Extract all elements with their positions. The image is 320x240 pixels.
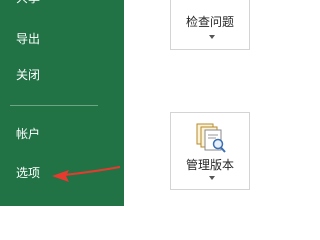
sidebar-item-options[interactable]: 选项: [16, 166, 40, 180]
sidebar-item-share[interactable]: 共享: [16, 0, 40, 5]
check-issues-button[interactable]: 检查问题: [170, 0, 250, 50]
sidebar-item-account[interactable]: 帐户: [16, 127, 40, 141]
main-panel: 检查问题 管理版本: [124, 0, 250, 206]
check-issues-label: 检查问题: [185, 15, 234, 29]
backstage-sidebar: 共享 导出 关闭 帐户 选项: [0, 0, 124, 206]
sidebar-item-close[interactable]: 关闭: [16, 68, 40, 82]
chevron-down-icon: [209, 176, 215, 180]
sidebar-item-export[interactable]: 导出: [16, 32, 40, 46]
manage-versions-label: 管理版本: [185, 158, 234, 172]
chevron-down-icon: [209, 35, 215, 39]
manage-versions-button[interactable]: 管理版本: [170, 112, 250, 190]
sidebar-divider: [10, 105, 98, 106]
manage-versions-icon: [196, 123, 226, 153]
